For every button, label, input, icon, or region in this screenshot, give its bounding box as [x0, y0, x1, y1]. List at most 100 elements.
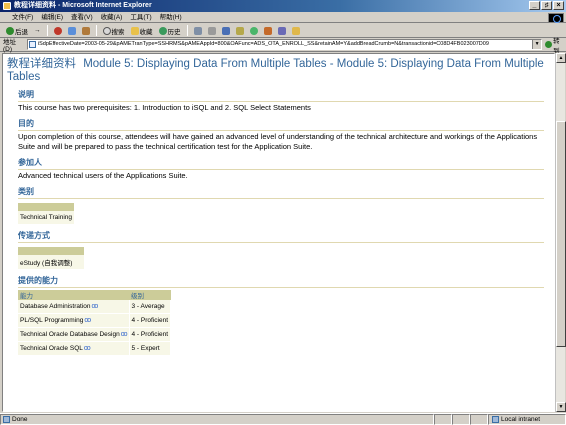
table-row: Database Administrationoo 3 - Average [18, 299, 172, 314]
section-competencies: 提供的能力 能力 级别 Database Administrationoo 3 … [18, 275, 554, 356]
page-title-label: 教程详细资料 [7, 58, 76, 70]
section-heading: 参加人 [18, 157, 544, 170]
section-heading: 提供的能力 [18, 275, 544, 288]
competencies-table: 能力 级别 Database Administrationoo 3 - Aver… [18, 289, 172, 356]
folder-button[interactable] [290, 25, 302, 37]
skill-name: Database Administration [20, 302, 91, 310]
table-row: PL/SQL Programmingoo 4 - Proficient [18, 313, 172, 328]
page-content: 教程详细资料 Module 5: Displaying Data From Mu… [2, 53, 555, 412]
column-header-level: 级别 [129, 289, 171, 300]
address-url: iSdpEffectiveDate=2003-05-29&pAMETranTyp… [37, 41, 489, 47]
discuss-button[interactable] [234, 25, 246, 37]
close-button[interactable]: × [553, 1, 564, 10]
window-titlebar: 教程详细资料 - Microsoft Internet Explorer _ ♯… [0, 0, 566, 12]
intranet-icon [492, 416, 499, 423]
stop-button[interactable] [52, 25, 64, 37]
messenger-button[interactable] [248, 25, 260, 37]
table-header-blank [18, 246, 84, 255]
scroll-up-icon[interactable]: ▲ [556, 53, 566, 63]
table-header-blank [18, 203, 75, 211]
search-label: 搜索 [111, 28, 125, 36]
minimize-button[interactable]: _ [529, 1, 540, 10]
stop-icon [53, 26, 62, 35]
favorites-button[interactable]: 收藏 [129, 25, 155, 37]
delivery-table: eStudy (自我调整) [18, 246, 84, 270]
media-icon [277, 26, 286, 35]
category-table: Technical Training [18, 203, 75, 225]
ie-app-icon [3, 2, 11, 10]
search-button[interactable]: 搜索 [101, 25, 127, 37]
history-button[interactable]: 历史 [157, 25, 183, 37]
address-bar: 地址(D) iSdpEffectiveDate=2003-05-29&pAMET… [0, 35, 566, 55]
home-icon [81, 26, 90, 35]
vertical-scrollbar[interactable]: ▲ ▼ [555, 53, 566, 412]
address-input[interactable]: iSdpEffectiveDate=2003-05-29&pAMETranTyp… [26, 39, 543, 50]
glasses-icon[interactable]: oo [84, 345, 91, 352]
page-title-text: Module 5: Displaying Data From Multiple … [7, 58, 544, 83]
mail-icon [193, 26, 202, 35]
menu-bar: 文件(F) 编辑(E) 查看(V) 收藏(A) 工具(T) 帮助(H) [0, 12, 566, 23]
history-label: 历史 [167, 28, 181, 36]
skill-level: 5 - Expert [129, 341, 172, 356]
history-icon [158, 26, 167, 35]
research-icon [263, 26, 272, 35]
back-arrow-icon [6, 26, 14, 35]
go-label: 转到 [553, 37, 560, 55]
menu-file[interactable]: 文件(F) [8, 12, 37, 22]
glasses-icon[interactable]: oo [91, 303, 98, 310]
menu-view[interactable]: 查看(V) [67, 12, 97, 22]
security-zone: Local intranet [488, 414, 566, 425]
print-icon [207, 26, 216, 35]
status-bar: Done Local intranet [0, 413, 566, 425]
media-button[interactable] [276, 25, 288, 37]
glasses-icon[interactable]: oo [121, 331, 128, 338]
status-cell [452, 414, 470, 425]
menu-tools[interactable]: 工具(T) [126, 12, 155, 22]
page-icon [28, 41, 36, 48]
print-button[interactable] [206, 25, 218, 37]
category-value: Technical Training [18, 211, 75, 225]
toolbar-separator [95, 25, 97, 36]
skill-level: 4 - Proficient [129, 313, 172, 328]
skill-name: PL/SQL Programming [20, 317, 84, 324]
address-dropdown-icon[interactable]: ▼ [532, 40, 542, 49]
glasses-icon[interactable]: oo [84, 317, 91, 324]
section-delivery: 传递方式 eStudy (自我调整) [18, 230, 554, 270]
back-label: 后退 [15, 28, 28, 36]
refresh-button[interactable] [66, 25, 78, 37]
back-button[interactable]: 后退 [4, 25, 30, 37]
table-row: Technical Oracle Database Designoo 4 - P… [18, 327, 172, 342]
edit-button[interactable] [220, 25, 232, 37]
ie-throbber-icon [548, 13, 564, 23]
menu-edit[interactable]: 编辑(E) [37, 12, 67, 22]
delivery-value: eStudy (自我调整) [18, 254, 84, 270]
menu-favorites[interactable]: 收藏(A) [97, 12, 127, 22]
scroll-down-icon[interactable]: ▼ [556, 402, 566, 412]
maximize-button[interactable]: ♯ [541, 1, 552, 10]
page-done-icon [3, 416, 10, 423]
menu-help[interactable]: 帮助(H) [156, 12, 186, 22]
mail-button[interactable] [192, 25, 204, 37]
section-heading: 传递方式 [18, 230, 544, 243]
window-title: 教程详细资料 - Microsoft Internet Explorer [14, 2, 152, 9]
go-button[interactable]: 转到 [545, 35, 566, 55]
scroll-thumb[interactable] [556, 121, 566, 347]
skill-name: Technical Oracle Database Design [20, 331, 120, 338]
home-button[interactable] [80, 25, 92, 37]
section-heading: 类别 [18, 186, 544, 199]
section-text: Advanced technical users of the Applicat… [18, 171, 188, 180]
section-text: Upon completion of this course, attendee… [18, 132, 538, 151]
section-audience: 参加人 Advanced technical users of the Appl… [18, 157, 554, 181]
skill-name: Technical Oracle SQL [20, 345, 83, 352]
column-header-skill: 能力 [18, 289, 130, 300]
forward-button[interactable]: → [32, 25, 43, 37]
standard-toolbar: 后退 → 搜索 收藏 历史 [0, 24, 566, 38]
edit-icon [221, 26, 230, 35]
messenger-icon [249, 26, 258, 35]
section-description: 说明 This course has two prerequisites: 1.… [18, 89, 554, 113]
research-button[interactable] [262, 25, 274, 37]
section-category: 类别 Technical Training [18, 186, 554, 225]
section-heading: 目的 [18, 118, 544, 131]
toolbar-separator [46, 25, 48, 36]
status-cell [434, 414, 452, 425]
